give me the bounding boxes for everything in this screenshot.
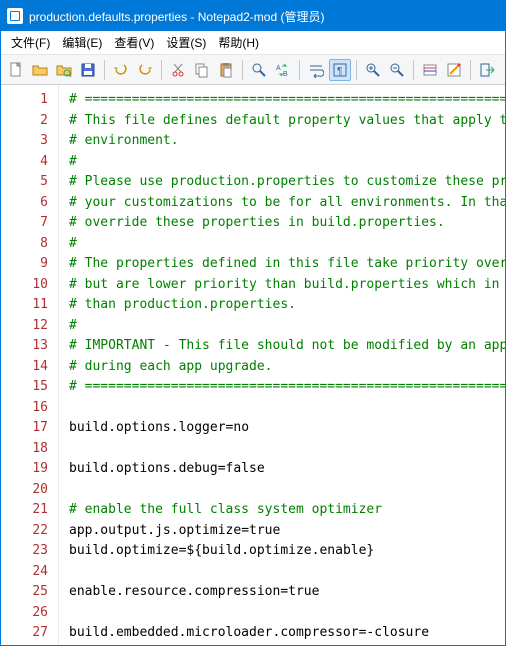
code-line[interactable]: # override these properties in build.pro… bbox=[69, 213, 505, 234]
code-line[interactable] bbox=[69, 562, 505, 583]
code-line[interactable]: build.optimize=${build.optimize.enable} bbox=[69, 541, 505, 562]
line-number: 7 bbox=[1, 213, 48, 234]
toolbar-separator bbox=[470, 60, 471, 80]
menu-view[interactable]: 查看(V) bbox=[108, 32, 160, 53]
new-file-icon[interactable] bbox=[5, 59, 27, 81]
line-number: 23 bbox=[1, 541, 48, 562]
window-title: production.defaults.properties - Notepad… bbox=[29, 8, 324, 25]
copy-icon[interactable] bbox=[191, 59, 213, 81]
code-line[interactable]: # This file defines default property val… bbox=[69, 111, 505, 132]
code-line[interactable]: # bbox=[69, 316, 505, 337]
line-number: 12 bbox=[1, 316, 48, 337]
code-line[interactable]: # enable the full class system optimizer bbox=[69, 500, 505, 521]
line-number: 11 bbox=[1, 295, 48, 316]
line-number: 20 bbox=[1, 480, 48, 501]
line-number: 27 bbox=[1, 623, 48, 644]
line-number: 17 bbox=[1, 418, 48, 439]
line-number: 13 bbox=[1, 336, 48, 357]
zoom-out-icon[interactable] bbox=[386, 59, 408, 81]
menu-help[interactable]: 帮助(H) bbox=[212, 32, 265, 53]
menu-settings[interactable]: 设置(S) bbox=[160, 32, 212, 53]
code-line[interactable]: # bbox=[69, 152, 505, 173]
cut-icon[interactable] bbox=[167, 59, 189, 81]
code-line[interactable]: build.embedded.microloader.compressor=-c… bbox=[69, 623, 505, 644]
toolbar-separator bbox=[299, 60, 300, 80]
line-number: 6 bbox=[1, 193, 48, 214]
toolbar-separator bbox=[356, 60, 357, 80]
code-line[interactable]: # during each app upgrade. bbox=[69, 357, 505, 378]
menubar: 文件(F) 编辑(E) 查看(V) 设置(S) 帮助(H) bbox=[1, 31, 505, 55]
code-line[interactable] bbox=[69, 398, 505, 419]
toolbar-separator bbox=[413, 60, 414, 80]
redo-icon[interactable] bbox=[134, 59, 156, 81]
code-line[interactable]: build.options.debug=false bbox=[69, 459, 505, 480]
code-line[interactable]: build.options.logger=no bbox=[69, 418, 505, 439]
line-number: 2 bbox=[1, 111, 48, 132]
line-number: 9 bbox=[1, 254, 48, 275]
code-line[interactable]: # Please use production.properties to cu… bbox=[69, 172, 505, 193]
line-number: 25 bbox=[1, 582, 48, 603]
toolbar-separator bbox=[161, 60, 162, 80]
editor-area[interactable]: 1234567891011121314151617181920212223242… bbox=[1, 85, 505, 645]
word-wrap-icon[interactable] bbox=[305, 59, 327, 81]
zoom-in-icon[interactable] bbox=[362, 59, 384, 81]
browse-icon[interactable] bbox=[53, 59, 75, 81]
line-number: 22 bbox=[1, 521, 48, 542]
line-number: 19 bbox=[1, 459, 48, 480]
line-number: 16 bbox=[1, 398, 48, 419]
show-symbols-icon[interactable]: ¶ bbox=[329, 59, 351, 81]
scheme-icon[interactable] bbox=[419, 59, 441, 81]
replace-icon[interactable]: AB bbox=[272, 59, 294, 81]
line-number: 26 bbox=[1, 603, 48, 624]
code-line[interactable]: # The properties defined in this file ta… bbox=[69, 254, 505, 275]
line-number: 8 bbox=[1, 234, 48, 255]
paste-icon[interactable] bbox=[215, 59, 237, 81]
undo-icon[interactable] bbox=[110, 59, 132, 81]
code-line[interactable]: enable.resource.compression=true bbox=[69, 582, 505, 603]
svg-text:¶: ¶ bbox=[337, 66, 342, 77]
line-number: 5 bbox=[1, 172, 48, 193]
menu-file[interactable]: 文件(F) bbox=[5, 32, 56, 53]
line-number: 14 bbox=[1, 357, 48, 378]
code-line[interactable]: # IMPORTANT - This file should not be mo… bbox=[69, 336, 505, 357]
code-line[interactable]: # bbox=[69, 234, 505, 255]
code-line[interactable] bbox=[69, 439, 505, 460]
line-number: 10 bbox=[1, 275, 48, 296]
line-number: 18 bbox=[1, 439, 48, 460]
code-line[interactable]: app.output.js.optimize=true bbox=[69, 521, 505, 542]
line-number: 21 bbox=[1, 500, 48, 521]
open-file-icon[interactable] bbox=[29, 59, 51, 81]
code-line[interactable]: # but are lower priority than build.prop… bbox=[69, 275, 505, 296]
code-line[interactable] bbox=[69, 480, 505, 501]
line-number: 24 bbox=[1, 562, 48, 583]
line-number: 4 bbox=[1, 152, 48, 173]
customize-icon[interactable] bbox=[443, 59, 465, 81]
code-line[interactable]: # than production.properties. bbox=[69, 295, 505, 316]
app-icon bbox=[7, 8, 23, 24]
toolbar-separator bbox=[104, 60, 105, 80]
code-content[interactable]: # ======================================… bbox=[59, 85, 505, 645]
svg-text:A: A bbox=[276, 65, 281, 72]
code-line[interactable]: # your customizations to be for all envi… bbox=[69, 193, 505, 214]
line-number: 15 bbox=[1, 377, 48, 398]
line-number: 1 bbox=[1, 90, 48, 111]
exit-icon[interactable] bbox=[476, 59, 498, 81]
titlebar: production.defaults.properties - Notepad… bbox=[1, 1, 505, 31]
code-line[interactable] bbox=[69, 603, 505, 624]
toolbar: AB ¶ bbox=[1, 55, 505, 85]
line-number-gutter: 1234567891011121314151617181920212223242… bbox=[1, 85, 59, 645]
line-number: 3 bbox=[1, 131, 48, 152]
code-line[interactable]: # environment. bbox=[69, 131, 505, 152]
toolbar-separator bbox=[242, 60, 243, 80]
menu-edit[interactable]: 编辑(E) bbox=[56, 32, 108, 53]
code-line[interactable]: # ======================================… bbox=[69, 90, 505, 111]
save-icon[interactable] bbox=[77, 59, 99, 81]
find-icon[interactable] bbox=[248, 59, 270, 81]
code-line[interactable]: # ======================================… bbox=[69, 377, 505, 398]
